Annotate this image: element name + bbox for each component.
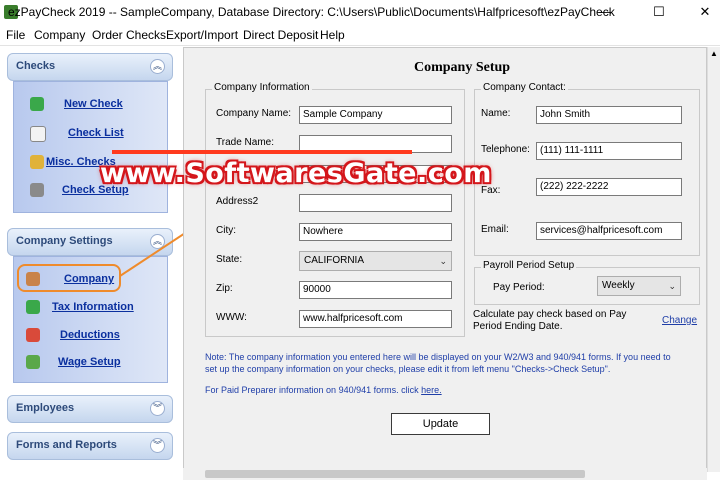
tax-icon (26, 300, 40, 314)
minimize-button[interactable]: — (582, 0, 628, 24)
sidebar-item-label[interactable]: New Check (64, 98, 123, 110)
menu-export-import[interactable]: Export/Import (166, 28, 238, 42)
preparer-here-link[interactable]: here. (421, 385, 442, 395)
zip-label: Zip: (216, 283, 233, 294)
company-contact-group: Company Contact: Name: John Smith Teleph… (474, 82, 700, 256)
checks-panel: New Check Check List Misc. Checks Check … (13, 81, 168, 213)
company-setup-panel: Company Setup Company Information Compan… (183, 47, 707, 474)
menu-bar: File Company Order Checks Export/Import … (0, 25, 720, 46)
vertical-scrollbar[interactable]: ▲ (707, 47, 720, 472)
menu-company[interactable]: Company (34, 28, 85, 42)
horizontal-scrollbar[interactable] (183, 468, 707, 480)
close-button[interactable]: ✕ (682, 0, 720, 24)
maximize-button[interactable]: ☐ (636, 0, 682, 24)
address2-label: Address2 (216, 196, 259, 207)
pay-period-label: Pay Period: (493, 282, 545, 293)
group-title: Company Information (212, 82, 312, 93)
company-info-note: Note: The company information you entere… (205, 352, 671, 374)
preparer-note: For Paid Preparer information on 940/941… (205, 384, 442, 396)
fax-input[interactable]: (222) 222-2222 (536, 178, 682, 196)
deductions-icon (26, 328, 40, 342)
watermark: www.SoftwaresGate.com (100, 158, 492, 189)
state-label: State: (216, 254, 243, 265)
trade-name-label: Trade Name: (216, 137, 274, 148)
sidebar-item-label[interactable]: Check List (68, 127, 124, 139)
update-button[interactable]: Update (391, 413, 490, 435)
pay-calc-text: Calculate pay check based on Pay Period … (473, 309, 627, 332)
chevron-down-icon: ⌄ (668, 281, 676, 291)
chevron-down-icon[interactable]: ︾ (150, 438, 165, 453)
pay-period-select[interactable]: Weekly ⌄ (597, 276, 681, 296)
sidebar-item-label[interactable]: Deductions (60, 329, 120, 341)
zip-input[interactable]: 90000 (299, 281, 452, 299)
telephone-label: Telephone: (481, 144, 530, 155)
employees-panel-header[interactable]: Employees ︾ (7, 395, 173, 423)
sidebar-item-label[interactable]: Wage Setup (58, 356, 121, 368)
menu-direct-deposit[interactable]: Direct Deposit (243, 28, 318, 42)
menu-file[interactable]: File (6, 28, 25, 42)
document-icon (30, 126, 46, 142)
misc-check-icon (30, 155, 44, 169)
menu-order-checks[interactable]: Order Checks (92, 28, 166, 42)
payroll-period-group: Payroll Period Setup Pay Period: Weekly … (474, 260, 700, 305)
email-label: Email: (481, 224, 509, 235)
contact-name-label: Name: (481, 108, 511, 119)
wrench-icon (30, 183, 44, 197)
page-title: Company Setup (414, 60, 511, 75)
menu-help[interactable]: Help (320, 28, 345, 42)
www-label: WWW: (216, 312, 247, 323)
title-bar: ezPayCheck 2019 -- SampleCompany, Databa… (0, 0, 720, 24)
dollar-icon (30, 97, 44, 111)
state-select[interactable]: CALIFORNIA ⌄ (299, 251, 452, 271)
address2-input[interactable] (299, 194, 452, 212)
checks-panel-header[interactable]: Checks ︽ (7, 53, 173, 81)
chevron-up-icon[interactable]: ︽ (150, 59, 165, 74)
state-value: CALIFORNIA (304, 255, 365, 266)
employees-panel-title: Employees (16, 402, 75, 414)
company-name-label: Company Name: (216, 108, 292, 119)
company-information-group: Company Information Company Name: Sample… (205, 82, 465, 337)
forms-reports-panel-header[interactable]: Forms and Reports ︾ (7, 432, 173, 460)
www-input[interactable]: www.halfpricesoft.com (299, 310, 452, 328)
telephone-input[interactable]: (111) 111-1111 (536, 142, 682, 160)
city-input[interactable]: Nowhere (299, 223, 452, 241)
group-title: Company Contact: (481, 82, 568, 93)
wage-icon (26, 355, 40, 369)
city-label: City: (216, 225, 236, 236)
chevron-down-icon: ⌄ (439, 256, 447, 266)
sidebar-item-label[interactable]: Tax Information (52, 301, 134, 313)
scroll-thumb[interactable] (205, 470, 585, 478)
change-link[interactable]: Change (662, 315, 697, 327)
company-name-input[interactable]: Sample Company (299, 106, 452, 124)
preparer-note-text: For Paid Preparer information on 940/941… (205, 385, 419, 395)
company-settings-panel-title: Company Settings (16, 235, 113, 247)
watermark-band (112, 150, 412, 154)
group-title: Payroll Period Setup (481, 260, 577, 271)
scroll-up-icon[interactable]: ▲ (710, 49, 718, 58)
window-title: ezPayCheck 2019 -- SampleCompany, Databa… (8, 5, 615, 19)
chevron-down-icon[interactable]: ︾ (150, 401, 165, 416)
company-callout-highlight (17, 264, 121, 292)
pay-period-value: Weekly (602, 280, 635, 291)
forms-reports-panel-title: Forms and Reports (16, 439, 117, 451)
email-input[interactable]: services@halfpricesoft.com (536, 222, 682, 240)
checks-panel-title: Checks (16, 60, 56, 72)
contact-name-input[interactable]: John Smith (536, 106, 682, 124)
